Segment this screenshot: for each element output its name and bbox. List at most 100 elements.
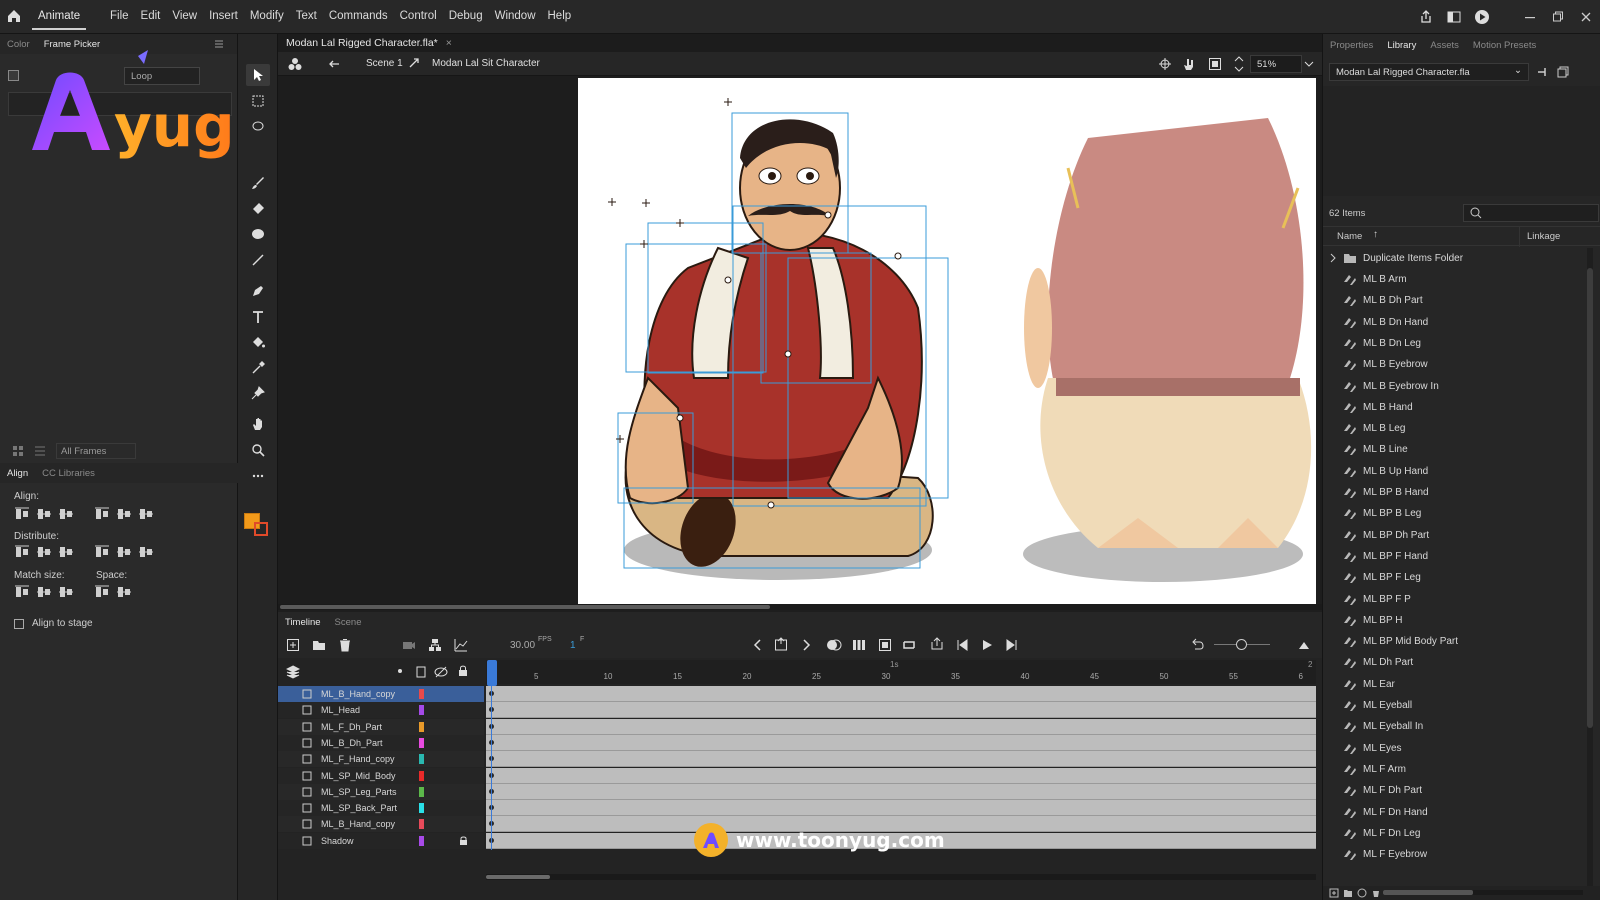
close-tab-icon[interactable]: × (446, 37, 452, 49)
minimize-icon[interactable] (1516, 0, 1544, 34)
match-size-button-3-icon[interactable] (58, 584, 74, 600)
frame-row[interactable] (486, 783, 1316, 800)
library-scroll-thumb[interactable] (1587, 268, 1593, 728)
center-frame-icon[interactable] (878, 638, 892, 652)
zoom-stepper-icon[interactable] (1234, 55, 1244, 73)
layer-name[interactable]: ML_B_Hand_copy (321, 819, 395, 829)
library-folder[interactable]: Duplicate Items Folder (1323, 248, 1600, 269)
stage[interactable] (578, 78, 1316, 604)
collapse-timeline-icon[interactable] (1298, 639, 1310, 651)
menu-text[interactable]: Text (290, 10, 323, 22)
delete-item-icon[interactable] (1371, 888, 1381, 898)
align-to-stage-checkbox[interactable] (14, 618, 24, 629)
playhead[interactable] (487, 660, 497, 686)
layer-outline-color[interactable] (419, 721, 424, 732)
new-library-panel-icon[interactable] (1557, 66, 1569, 78)
library-item[interactable]: ML B Line (1323, 439, 1600, 460)
tab-assets[interactable]: Assets (1423, 40, 1466, 51)
tab-library[interactable]: Library (1380, 40, 1423, 51)
align-button-4-icon[interactable] (94, 506, 110, 522)
undo-icon[interactable] (1190, 638, 1204, 652)
layer-row[interactable]: ML_SP_Mid_Body (278, 767, 484, 784)
line-tool-icon[interactable] (246, 249, 270, 271)
frame-picker-checkbox[interactable] (8, 70, 19, 81)
frame-ruler[interactable]: 1s 2 5 10 15 20 25 30 35 40 45 50 55 6 (486, 660, 1316, 684)
new-folder-icon[interactable] (312, 638, 326, 652)
library-item[interactable]: ML BP F Leg (1323, 567, 1600, 588)
align-button-5-icon[interactable] (116, 506, 132, 522)
parenting-icon[interactable] (428, 638, 442, 652)
tab-motion-presets[interactable]: Motion Presets (1466, 40, 1543, 51)
library-item[interactable]: ML F Eyebrow (1323, 844, 1600, 865)
clip-stage-icon[interactable] (1208, 57, 1222, 71)
prev-keyframe-icon[interactable] (752, 638, 764, 652)
frame-row[interactable] (486, 686, 1316, 702)
layer-row[interactable]: ML_SP_Back_Part (278, 800, 484, 817)
lock-icon[interactable] (459, 836, 468, 846)
layer-name[interactable]: ML_B_Dh_Part (321, 738, 383, 748)
library-item[interactable]: ML Ear (1323, 674, 1600, 695)
new-symbol-icon[interactable] (1329, 888, 1339, 898)
distribute-button-4-icon[interactable] (94, 544, 110, 560)
layer-row[interactable]: Shadow (278, 832, 484, 849)
library-item[interactable]: ML Dh Part (1323, 652, 1600, 673)
fps-value[interactable]: 30.00 (510, 640, 535, 651)
stroke-color-indicator[interactable] (254, 522, 268, 536)
back-arrow-icon[interactable] (328, 58, 340, 70)
layer-name[interactable]: ML_SP_Mid_Body (321, 771, 396, 781)
layer-row[interactable]: ML_B_Dh_Part (278, 734, 484, 751)
library-item[interactable]: ML F Dn Leg (1323, 823, 1600, 844)
distribute-button-2-icon[interactable] (36, 544, 52, 560)
pin-library-icon[interactable] (1537, 66, 1549, 78)
layer-outline-color[interactable] (419, 754, 424, 765)
scene-breadcrumb[interactable]: Scene 1 (366, 58, 403, 69)
tab-frame-picker[interactable]: Frame Picker (37, 39, 107, 50)
library-item[interactable]: ML Eyes (1323, 738, 1600, 759)
delete-layer-icon[interactable] (338, 638, 352, 652)
layer-outline-color[interactable] (419, 770, 424, 781)
column-name[interactable]: Name (1337, 231, 1362, 242)
restore-icon[interactable] (1544, 0, 1572, 34)
library-item[interactable]: ML BP B Leg (1323, 503, 1600, 524)
layer-outline-color[interactable] (419, 786, 424, 797)
more-tools-icon[interactable] (246, 465, 270, 487)
frame-row[interactable] (486, 751, 1316, 768)
highlight-layers-icon[interactable] (398, 669, 402, 673)
horizontal-scroll-thumb[interactable] (280, 605, 770, 609)
library-item[interactable]: ML Eyeball (1323, 695, 1600, 716)
lasso-tool-icon[interactable] (246, 116, 270, 138)
library-scrollbar[interactable] (1587, 248, 1593, 888)
loop-playback-icon[interactable] (902, 638, 916, 652)
document-tab[interactable]: Modan Lal Rigged Character.fla* × (278, 34, 460, 52)
zoom-field[interactable]: 51% (1250, 55, 1302, 73)
onion-skin-icon[interactable] (826, 638, 842, 652)
layer-row[interactable]: ML_F_Dh_Part (278, 718, 484, 735)
edit-symbols-icon[interactable] (288, 57, 302, 71)
menu-commands[interactable]: Commands (323, 10, 394, 22)
grid-view-icon[interactable] (12, 445, 24, 457)
library-item[interactable]: ML B Up Hand (1323, 461, 1600, 482)
frame-row[interactable] (486, 767, 1316, 784)
timeline-scroll-thumb[interactable] (486, 875, 550, 879)
distribute-button-5-icon[interactable] (116, 544, 132, 560)
frames-dropdown[interactable]: All Frames (56, 443, 136, 459)
layer-row[interactable]: ML_Head (278, 702, 484, 719)
insert-keyframe-icon[interactable] (774, 637, 788, 651)
library-item[interactable]: ML B Eyebrow In (1323, 376, 1600, 397)
library-item[interactable]: ML B Dn Leg (1323, 333, 1600, 354)
frame-row[interactable] (486, 718, 1316, 735)
library-item[interactable]: ML BP Mid Body Part (1323, 631, 1600, 652)
layer-name[interactable]: ML_F_Dh_Part (321, 722, 382, 732)
match-size-button-4-icon[interactable] (94, 584, 110, 600)
library-item[interactable]: ML B Dh Part (1323, 290, 1600, 311)
home-icon[interactable] (6, 8, 22, 24)
properties-icon[interactable] (1357, 888, 1367, 898)
export-icon[interactable] (930, 637, 944, 651)
frame-row[interactable] (486, 800, 1316, 817)
library-item[interactable]: ML F Arm (1323, 759, 1600, 780)
align-button-2-icon[interactable] (36, 506, 52, 522)
match-size-button-5-icon[interactable] (116, 584, 132, 600)
horizontal-scrollbar[interactable] (278, 604, 1322, 610)
layer-outline-color[interactable] (419, 819, 424, 830)
align-button-1-icon[interactable] (14, 506, 30, 522)
